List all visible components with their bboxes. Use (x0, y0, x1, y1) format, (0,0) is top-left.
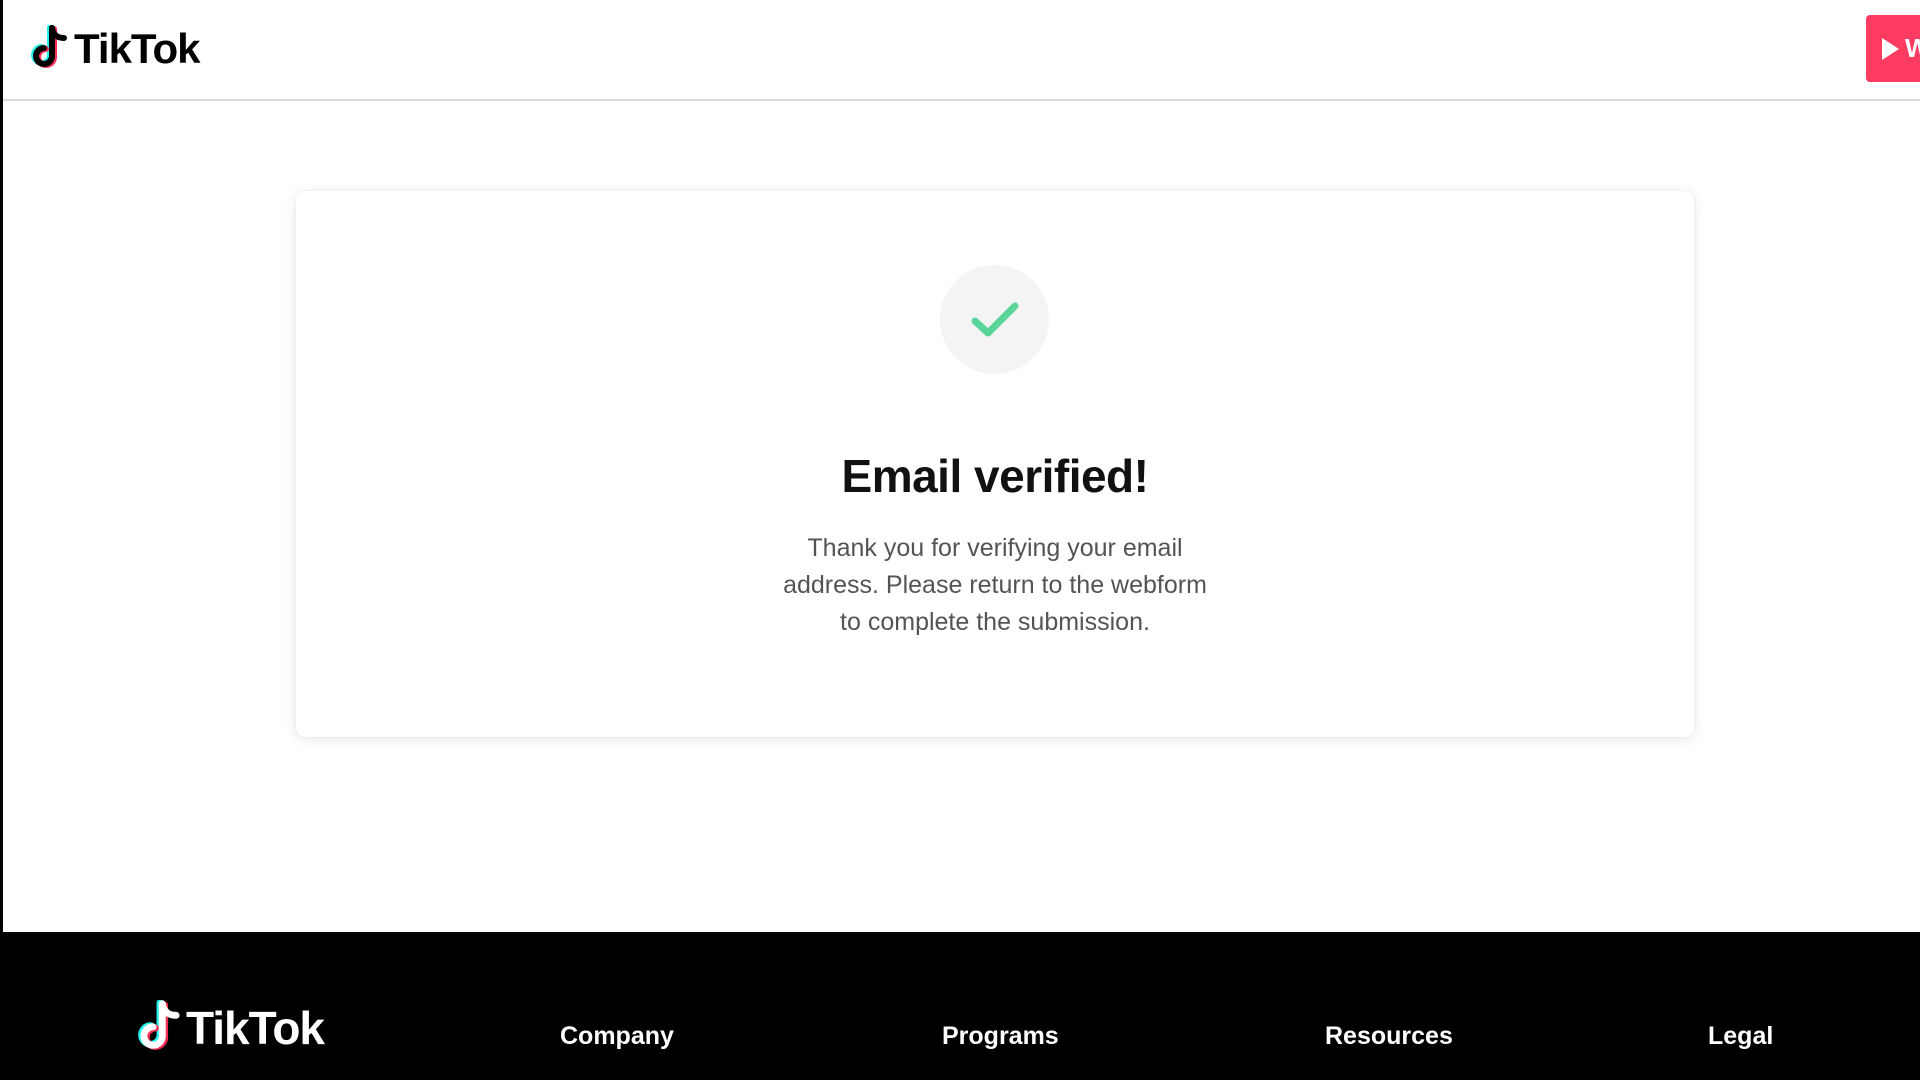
footer-link-programs[interactable]: Programs (942, 1022, 1059, 1051)
logo-wordmark: TikTok (74, 25, 200, 72)
tiktok-note-icon (138, 1000, 180, 1050)
success-badge (940, 265, 1049, 374)
verification-message: Thank you for verifying your email addre… (783, 534, 1207, 636)
footer-link-company[interactable]: Company (560, 1022, 674, 1051)
window-edge (0, 0, 3, 932)
watch-now-button[interactable]: W (1866, 15, 1920, 82)
logo-wordmark: TikTok (186, 1002, 325, 1054)
watch-button-label: W (1905, 33, 1920, 63)
site-footer: TikTok Company Programs Resources Legal (0, 932, 1920, 1080)
site-header: TikTok W (3, 0, 1920, 101)
page: TikTok W Email verified! Thank you for v… (0, 0, 1920, 1080)
verification-card: Email verified! Thank you for verifying … (296, 191, 1694, 737)
tiktok-note-icon (31, 25, 67, 68)
footer-logo[interactable]: TikTok (137, 1000, 325, 1056)
header-logo[interactable]: TikTok (30, 24, 200, 74)
play-icon (1882, 37, 1899, 60)
page-title: Email verified! (841, 450, 1149, 502)
check-icon (971, 302, 1018, 336)
footer-link-legal[interactable]: Legal (1708, 1022, 1773, 1051)
footer-link-resources[interactable]: Resources (1325, 1022, 1453, 1051)
